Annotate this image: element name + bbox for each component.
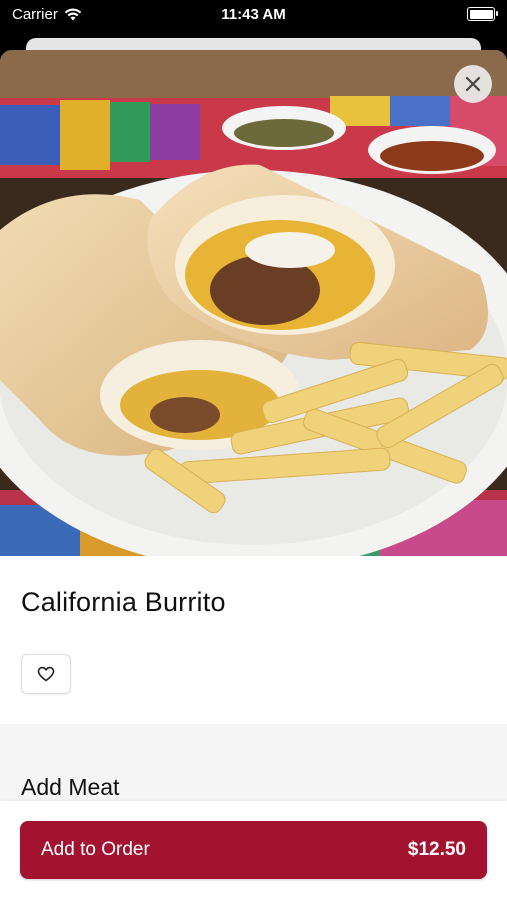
item-detail-sheet: California Burrito Add Meat Add to Order… — [0, 50, 507, 900]
close-icon — [465, 76, 481, 92]
battery-fill — [469, 9, 493, 19]
order-price: $12.50 — [407, 839, 466, 860]
item-photo — [0, 50, 507, 556]
heart-icon — [37, 666, 55, 682]
status-time: 11:43 AM — [221, 6, 286, 23]
item-title: California Burrito — [21, 587, 226, 617]
section-title-add-meat: Add Meat — [21, 774, 120, 800]
close-button[interactable] — [454, 65, 492, 103]
bottom-bar: Add to Order $12.50 — [0, 801, 507, 900]
add-to-order-label: Add to Order — [41, 839, 150, 860]
status-bar: Carrier 11:43 AM — [0, 0, 507, 30]
favorite-button[interactable] — [21, 654, 71, 694]
battery-icon — [467, 7, 498, 21]
add-to-order-button[interactable]: Add to Order $12.50 — [20, 821, 487, 879]
